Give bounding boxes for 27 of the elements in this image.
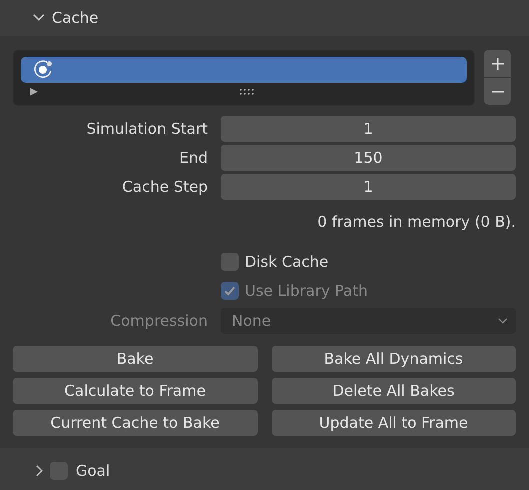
number-field[interactable]: 150	[221, 145, 516, 171]
field-label: Compression	[110, 312, 208, 330]
field-label: Simulation Start	[86, 120, 208, 138]
chevron-down-icon	[498, 316, 508, 326]
remove-button[interactable]	[484, 78, 511, 105]
action-button[interactable]: Current Cache to Bake	[13, 410, 258, 436]
memory-info: 0 frames in memory (0 B).	[318, 213, 516, 231]
field-label: End	[178, 149, 208, 167]
checkbox[interactable]	[50, 462, 68, 480]
point-cache-icon	[33, 59, 55, 81]
resize-grip-icon[interactable]	[240, 89, 256, 95]
action-button[interactable]: Bake All Dynamics	[272, 346, 516, 372]
action-button[interactable]: Bake	[13, 346, 258, 372]
expand-triangle-icon[interactable]	[29, 87, 39, 97]
field-label: Cache Step	[121, 178, 208, 196]
action-button[interactable]: Calculate to Frame	[13, 378, 258, 404]
action-button[interactable]: Update All to Frame	[272, 410, 516, 436]
checkbox[interactable]	[221, 253, 239, 271]
panel-title[interactable]: Cache	[52, 9, 99, 27]
minus-icon	[490, 90, 504, 92]
number-field[interactable]: 1	[221, 116, 516, 142]
checkbox-label[interactable]: Disk Cache	[245, 253, 329, 271]
add-button[interactable]	[484, 50, 511, 77]
number-field[interactable]: 1	[221, 174, 516, 200]
action-button[interactable]: Delete All Bakes	[272, 378, 516, 404]
panel-title[interactable]: Goal	[76, 462, 110, 480]
plus-icon	[490, 56, 504, 70]
